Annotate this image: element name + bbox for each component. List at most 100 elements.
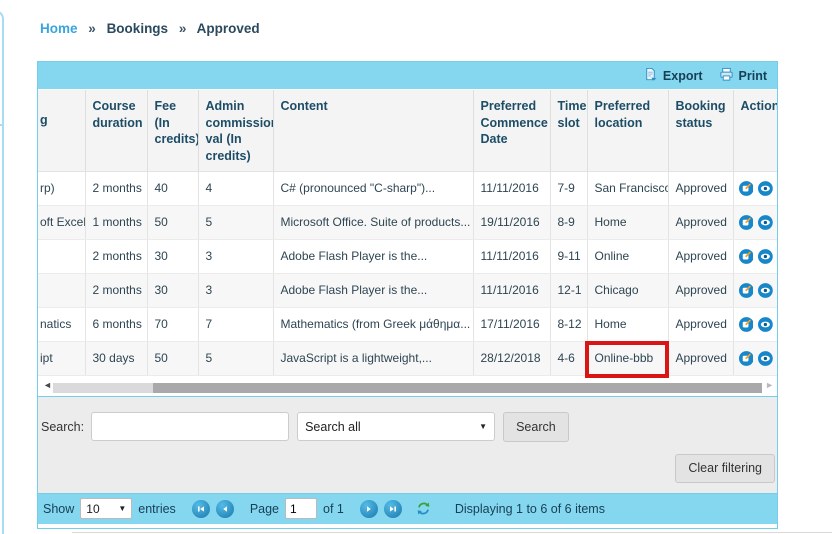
cell-preferred-location: Home: [587, 307, 668, 341]
table-row: rp) 2 months 40 4 C# (pronounced "C-shar…: [38, 171, 777, 205]
view-icon[interactable]: [758, 180, 773, 197]
table-row: natics 6 months 70 7 Mathematics (from G…: [38, 307, 777, 341]
edit-icon[interactable]: [739, 282, 754, 299]
print-icon: [719, 67, 734, 85]
view-icon[interactable]: [758, 350, 773, 367]
col-header-course-duration: Course duration: [85, 90, 147, 171]
cell-course-duration: 2 months: [85, 273, 147, 307]
breadcrumb-separator: »: [88, 21, 96, 36]
col-header-time-slot: Time slot: [550, 90, 587, 171]
page-bottom-divider: [72, 532, 832, 533]
cell-admin-commission: 4: [198, 171, 273, 205]
cell-preferred-location: Online-bbb: [587, 341, 668, 375]
next-page-button[interactable]: [360, 500, 378, 518]
view-icon[interactable]: [758, 316, 773, 333]
search-button[interactable]: Search: [503, 412, 569, 442]
cell-commence-date: 11/11/2016: [473, 273, 550, 307]
cell-booking-status: Approved: [668, 341, 733, 375]
search-input[interactable]: [91, 412, 289, 441]
cell-admin-commission: 7: [198, 307, 273, 341]
search-field-select[interactable]: Search all ▼: [297, 412, 495, 441]
cell-course-name: natics: [38, 307, 85, 341]
cell-course-duration: 6 months: [85, 307, 147, 341]
edit-icon[interactable]: [739, 214, 754, 231]
bookings-grid-widget: Export Print g Course duration Fee (In c…: [37, 61, 778, 529]
first-page-button[interactable]: [192, 500, 210, 518]
cell-course-name: ipt: [38, 341, 85, 375]
refresh-icon[interactable]: [416, 501, 431, 516]
export-button[interactable]: Export: [643, 67, 703, 85]
scroll-left-arrow-icon[interactable]: ◄: [43, 380, 52, 390]
col-header-commence-date: Preferred Commence Date: [473, 90, 550, 171]
cell-booking-status: Approved: [668, 307, 733, 341]
cell-preferred-location: San Francisco: [587, 171, 668, 205]
cell-commence-date: 11/11/2016: [473, 239, 550, 273]
table-row: ipt 30 days 50 5 JavaScript is a lightwe…: [38, 341, 777, 375]
col-header-actions: Actions: [733, 90, 777, 171]
search-label: Search:: [41, 420, 84, 434]
cell-content: Adobe Flash Player is the...: [273, 273, 473, 307]
cell-fee: 30: [147, 239, 198, 273]
scrollbar-track[interactable]: [53, 383, 762, 393]
view-icon[interactable]: [758, 214, 773, 231]
scrollbar-thumb[interactable]: [153, 383, 762, 393]
breadcrumb: Home » Bookings » Approved: [40, 21, 260, 36]
grid-toolbar: Export Print: [38, 62, 777, 89]
cell-actions: [733, 239, 777, 273]
cell-course-name: oft Excel: [38, 205, 85, 239]
cell-content: Mathematics (from Greek μάθημα...: [273, 307, 473, 341]
chevron-down-icon: ▼: [118, 504, 126, 513]
print-button[interactable]: Print: [719, 67, 767, 85]
cell-admin-commission: 5: [198, 341, 273, 375]
cell-content: JavaScript is a lightweight,...: [273, 341, 473, 375]
cell-preferred-location: Chicago: [587, 273, 668, 307]
cell-content: Microsoft Office. Suite of products...: [273, 205, 473, 239]
breadcrumb-separator: »: [179, 21, 187, 36]
breadcrumb-bookings[interactable]: Bookings: [107, 21, 169, 36]
edit-icon[interactable]: [739, 316, 754, 333]
cell-fee: 70: [147, 307, 198, 341]
cell-course-duration: 30 days: [85, 341, 147, 375]
cell-time-slot: 12-1: [550, 273, 587, 307]
edit-icon[interactable]: [739, 180, 754, 197]
bookings-table: g Course duration Fee (In credits) Admin…: [38, 90, 777, 376]
page-size-value: 10: [86, 502, 99, 516]
cell-commence-date: 19/11/2016: [473, 205, 550, 239]
breadcrumb-home[interactable]: Home: [40, 21, 78, 36]
cell-actions: [733, 273, 777, 307]
export-icon: [643, 67, 658, 85]
cell-time-slot: 7-9: [550, 171, 587, 205]
col-header-content: Content: [273, 90, 473, 171]
cell-admin-commission: 3: [198, 273, 273, 307]
chevron-down-icon: ▼: [479, 422, 487, 431]
view-icon[interactable]: [758, 282, 773, 299]
breadcrumb-approved[interactable]: Approved: [197, 21, 260, 36]
col-header-preferred-location: Preferred location: [587, 90, 668, 171]
page-count-label: of 1: [323, 502, 344, 516]
cell-actions: [733, 307, 777, 341]
cell-admin-commission: 5: [198, 205, 273, 239]
horizontal-scrollbar: ◄ ►: [38, 376, 777, 396]
page-number-input[interactable]: [285, 498, 317, 519]
cell-fee: 50: [147, 205, 198, 239]
left-panel-divider: [0, 124, 4, 126]
clear-filtering-button[interactable]: Clear filtering: [675, 454, 775, 483]
entries-label: entries: [138, 502, 176, 516]
cell-booking-status: Approved: [668, 273, 733, 307]
last-page-button[interactable]: [384, 500, 402, 518]
search-field-selected: Search all: [305, 420, 361, 434]
table-row: 2 months 30 3 Adobe Flash Player is the.…: [38, 239, 777, 273]
cell-course-name: [38, 239, 85, 273]
display-status: Displaying 1 to 6 of 6 items: [455, 502, 605, 516]
page-label: Page: [250, 502, 279, 516]
scroll-right-arrow-icon[interactable]: ►: [765, 380, 774, 390]
previous-page-button[interactable]: [216, 500, 234, 518]
cell-fee: 40: [147, 171, 198, 205]
cell-course-duration: 2 months: [85, 171, 147, 205]
view-icon[interactable]: [758, 248, 773, 265]
edit-icon[interactable]: [739, 248, 754, 265]
cell-fee: 50: [147, 341, 198, 375]
page-size-select[interactable]: 10 ▼: [80, 498, 132, 519]
cell-admin-commission: 3: [198, 239, 273, 273]
edit-icon[interactable]: [739, 350, 754, 367]
